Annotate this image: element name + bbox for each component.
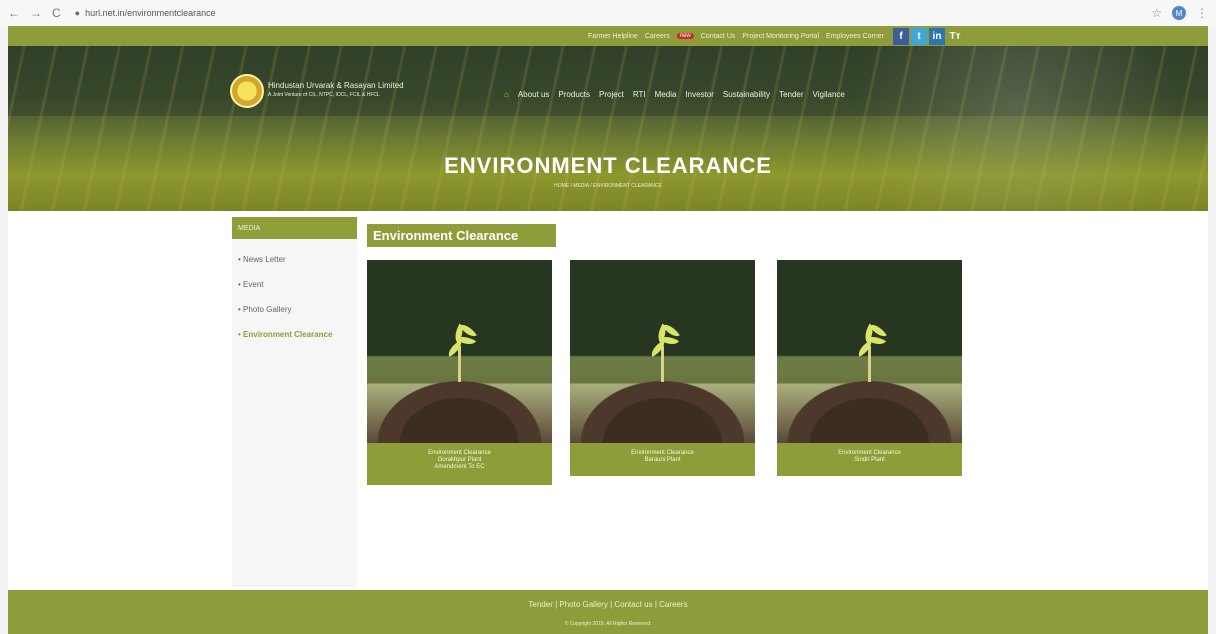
- linkedin-icon[interactable]: in: [929, 27, 945, 45]
- home-icon[interactable]: ⌂: [504, 90, 509, 99]
- sprout-icon: [647, 320, 680, 382]
- nav-tender[interactable]: Tender: [779, 90, 803, 99]
- page-title: ENVIRONMENT CLEARANCE: [444, 153, 772, 178]
- clearance-card-gorakhpur[interactable]: Environment Clearance Gorakhpur Plant Am…: [367, 260, 552, 485]
- copyright-text: © Copyright 2019. All Rights Reserved.: [564, 621, 652, 627]
- company-tagline: A Joint Venture of CIL, NTPC, IOCL, FCIL…: [268, 92, 380, 98]
- plant-sprout-image: [570, 260, 755, 443]
- farmer-helpline-link[interactable]: Farmer Helpline: [588, 33, 638, 40]
- bookmark-star-icon[interactable]: ☆: [1151, 6, 1162, 20]
- employees-corner-link[interactable]: Employees Corner: [826, 33, 884, 40]
- nav-vigilance[interactable]: Vigilance: [813, 90, 845, 99]
- browser-toolbar: ← → C ● hurl.net.in/environmentclearance …: [0, 0, 1216, 26]
- browser-navigation: ← → C: [8, 6, 61, 20]
- sidebar-item-label: Event: [243, 280, 264, 289]
- nav-project[interactable]: Project: [599, 90, 624, 99]
- sidebar-heading: MEDIA: [232, 217, 357, 239]
- plant-sprout-image: [777, 260, 962, 443]
- card-caption[interactable]: Environment Clearance Barauni Plant: [570, 443, 755, 477]
- sidebar-item-news-letter[interactable]: • News Letter: [238, 255, 357, 264]
- breadcrumb[interactable]: HOME / MEDIA / ENVIRONMENT CLEARANCE: [8, 183, 1208, 189]
- nav-about-us[interactable]: About us: [518, 90, 550, 99]
- project-monitoring-link[interactable]: Project Monitoring Portal: [742, 33, 819, 40]
- browser-actions: ☆ M ⋮: [1151, 6, 1208, 20]
- nav-media[interactable]: Media: [655, 90, 677, 99]
- contact-us-link[interactable]: Contact Us: [701, 33, 736, 40]
- nav-investor[interactable]: Investor: [685, 90, 713, 99]
- facebook-icon[interactable]: f: [893, 27, 909, 45]
- sidebar-item-label: Environment Clearance: [243, 330, 333, 339]
- sprout-icon: [854, 320, 887, 382]
- url-text[interactable]: hurl.net.in/environmentclearance: [85, 8, 216, 18]
- browser-menu-icon[interactable]: ⋮: [1196, 6, 1208, 20]
- company-name: Hindustan Urvarak & Rasayan Limited: [268, 81, 404, 90]
- address-bar[interactable]: ● hurl.net.in/environmentclearance: [75, 8, 216, 18]
- sidebar-item-label: Photo Gallery: [243, 305, 292, 314]
- sidebar-item-event[interactable]: • Event: [238, 280, 357, 289]
- main-navigation: ⌂ About us Products Project RTI Media In…: [504, 90, 845, 99]
- website: Farmer Helpline Careers new Contact Us P…: [8, 26, 1208, 634]
- sidebar-item-label: News Letter: [243, 255, 286, 264]
- plant-sprout-image: [367, 260, 552, 443]
- careers-link[interactable]: Careers: [645, 33, 670, 40]
- sidebar-item-photo-gallery[interactable]: • Photo Gallery: [238, 305, 357, 314]
- new-badge: new: [676, 33, 694, 39]
- social-links: f t in Tт: [893, 27, 963, 45]
- lock-icon: ●: [74, 8, 81, 18]
- sidebar-item-environment-clearance[interactable]: • Environment Clearance: [238, 330, 357, 339]
- reload-icon[interactable]: C: [52, 6, 61, 20]
- footer-links[interactable]: Tender | Photo Gallery | Contact us | Ca…: [8, 590, 1208, 609]
- company-name-block: Hindustan Urvarak & Rasayan Limited A Jo…: [268, 81, 404, 98]
- media-sidebar: MEDIA • News Letter • Event • Photo Gall…: [232, 217, 357, 587]
- page-hero: Hindustan Urvarak & Rasayan Limited A Jo…: [8, 46, 1208, 211]
- section-title: Environment Clearance: [367, 224, 556, 247]
- twitter-icon[interactable]: t: [911, 27, 927, 45]
- card-caption[interactable]: Environment Clearance Gorakhpur Plant Am…: [367, 443, 552, 485]
- clearance-card-barauni[interactable]: Environment Clearance Barauni Plant: [570, 260, 755, 476]
- card-caption[interactable]: Environment Clearance Sindri Plant: [777, 443, 962, 477]
- profile-avatar[interactable]: M: [1172, 6, 1186, 20]
- back-arrow-icon[interactable]: ←: [8, 6, 20, 20]
- nav-sustainability[interactable]: Sustainability: [723, 90, 770, 99]
- forward-arrow-icon[interactable]: →: [30, 6, 42, 20]
- sprout-icon: [444, 320, 477, 382]
- nav-rti[interactable]: RTI: [633, 90, 646, 99]
- nav-products[interactable]: Products: [558, 90, 590, 99]
- company-logo[interactable]: [230, 74, 264, 108]
- top-utility-bar: Farmer Helpline Careers new Contact Us P…: [8, 26, 1208, 46]
- text-size-icon[interactable]: Tт: [947, 27, 963, 45]
- site-footer: Tender | Photo Gallery | Contact us | Ca…: [8, 590, 1208, 634]
- clearance-card-sindri[interactable]: Environment Clearance Sindri Plant: [777, 260, 962, 476]
